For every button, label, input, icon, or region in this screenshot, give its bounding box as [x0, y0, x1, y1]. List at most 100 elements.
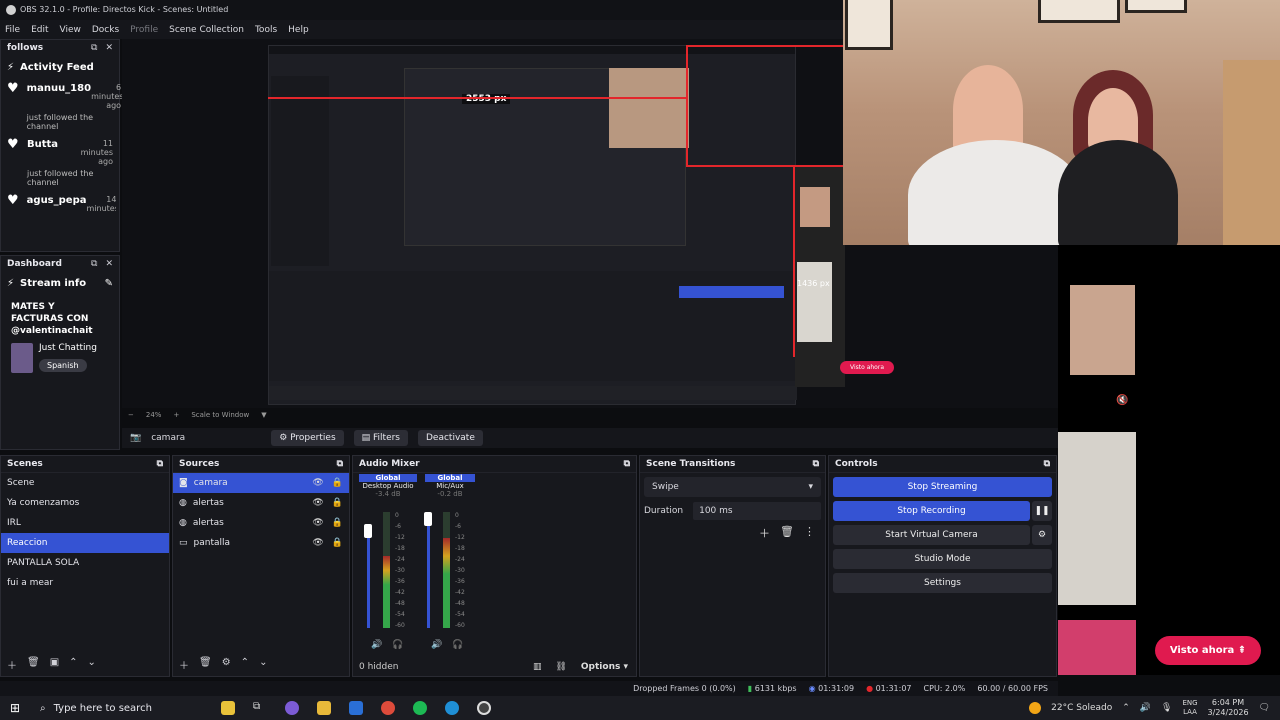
volume-slider-handle[interactable]: [424, 512, 432, 526]
speaker-icon[interactable]: 🔊: [371, 640, 382, 650]
volume-icon[interactable]: 🔊: [1140, 703, 1151, 713]
gear-icon[interactable]: ⚙: [222, 657, 231, 672]
undock-icon[interactable]: ⧉: [813, 459, 819, 469]
source-item[interactable]: ▭ pantalla 👁 🔒: [173, 533, 349, 553]
link-icon[interactable]: ⛓: [555, 662, 566, 672]
scene-item[interactable]: Ya comenzamos: [1, 493, 169, 513]
more-icon[interactable]: ⋮: [804, 525, 815, 541]
language-indicator[interactable]: ENG LAA: [1182, 699, 1197, 717]
chevron-down-icon[interactable]: ▼: [261, 411, 266, 419]
lock-icon[interactable]: 🔒: [332, 478, 343, 488]
task-view-icon[interactable]: ⧉: [253, 701, 267, 715]
clock[interactable]: 6:04 PM 3/24/2026: [1208, 698, 1249, 718]
menu-view[interactable]: View: [60, 25, 81, 35]
undock-icon[interactable]: ⧉: [91, 43, 97, 53]
outlook-icon[interactable]: [349, 701, 363, 715]
undock-icon[interactable]: ⧉: [337, 459, 343, 469]
edge-icon[interactable]: [445, 701, 459, 715]
channel-name[interactable]: Desktop Audio: [359, 482, 417, 490]
menu-tools[interactable]: Tools: [255, 25, 277, 35]
add-icon[interactable]: ＋: [179, 657, 189, 672]
scale-mode[interactable]: Scale to Window: [191, 411, 249, 419]
eye-icon[interactable]: 👁: [312, 498, 323, 508]
undock-icon[interactable]: ⧉: [1044, 459, 1050, 469]
mute-icon[interactable]: 🔇: [1116, 395, 1128, 406]
settings-button[interactable]: Settings: [833, 573, 1052, 593]
copilot-icon[interactable]: [285, 701, 299, 715]
weather-text[interactable]: 22°C Soleado: [1051, 703, 1112, 713]
mic-icon[interactable]: 🎙: [1161, 703, 1172, 713]
volume-slider[interactable]: [367, 526, 370, 628]
lock-icon[interactable]: 🔒: [332, 498, 343, 508]
chevron-up-icon[interactable]: ⌃: [1122, 703, 1130, 713]
zoom-plus-icon[interactable]: +: [173, 411, 179, 419]
trash-icon[interactable]: 🗑: [27, 657, 40, 672]
add-icon[interactable]: ＋: [7, 657, 17, 672]
scene-item-selected[interactable]: Reaccion: [1, 533, 169, 553]
notification-icon[interactable]: 🗨: [1259, 703, 1270, 713]
menu-edit[interactable]: Edit: [31, 25, 48, 35]
zoom-minus-icon[interactable]: −: [128, 411, 134, 419]
move-up-icon[interactable]: ⌃: [69, 657, 77, 672]
hidden-count[interactable]: 0 hidden: [359, 662, 398, 672]
menu-scene-collection[interactable]: Scene Collection: [169, 25, 244, 35]
scene-item[interactable]: Scene: [1, 473, 169, 493]
menu-docks[interactable]: Docks: [92, 25, 119, 35]
scene-item[interactable]: PANTALLA SOLA: [1, 553, 169, 573]
lock-icon[interactable]: 🔒: [332, 538, 343, 548]
headphones-icon[interactable]: 🎧: [392, 640, 403, 650]
filters-button[interactable]: ▤ Filters: [353, 430, 408, 446]
undock-icon[interactable]: ⧉: [157, 459, 163, 469]
menu-help[interactable]: Help: [288, 25, 309, 35]
move-up-icon[interactable]: ⌃: [241, 657, 249, 672]
scene-item[interactable]: IRL: [1, 513, 169, 533]
move-down-icon[interactable]: ⌄: [88, 657, 96, 672]
source-item[interactable]: ◍ alertas 👁 🔒: [173, 493, 349, 513]
layout-icon[interactable]: ▥: [533, 662, 542, 672]
source-item-selected[interactable]: ◙ camara 👁 🔒: [173, 473, 349, 493]
duration-input[interactable]: 100 ms: [693, 502, 821, 520]
source-item[interactable]: ◍ alertas 👁 🔒: [173, 513, 349, 533]
pause-icon[interactable]: ❚❚: [1032, 501, 1052, 521]
deactivate-button[interactable]: Deactivate: [418, 430, 483, 446]
stop-streaming-button[interactable]: Stop Streaming: [833, 477, 1052, 497]
channel-name[interactable]: Mic/Aux: [425, 482, 475, 490]
lock-icon[interactable]: 🔒: [332, 518, 343, 528]
start-virtual-camera-button[interactable]: Start Virtual Camera: [833, 525, 1030, 545]
speaker-icon[interactable]: 🔊: [431, 640, 442, 650]
trash-icon[interactable]: 🗑: [199, 657, 212, 672]
undock-icon[interactable]: ⧉: [624, 459, 630, 469]
visto-ahora-button[interactable]: Visto ahora ⇞: [1155, 636, 1261, 665]
windows-start-icon[interactable]: ⊞: [10, 701, 20, 715]
close-icon[interactable]: ✕: [105, 43, 113, 53]
volume-slider-handle[interactable]: [364, 524, 372, 538]
transition-select[interactable]: Swipe ▾: [644, 477, 821, 497]
volume-slider[interactable]: [427, 526, 430, 628]
add-icon[interactable]: ＋: [759, 525, 770, 541]
eye-icon[interactable]: 👁: [312, 538, 323, 548]
menu-profile[interactable]: Profile: [130, 25, 158, 35]
options-button[interactable]: Options ▾: [581, 662, 628, 672]
studio-mode-button[interactable]: Studio Mode: [833, 549, 1052, 569]
headphones-icon[interactable]: 🎧: [452, 640, 463, 650]
person-shirt: [908, 140, 1083, 245]
eye-icon[interactable]: 👁: [312, 478, 323, 488]
scene-item[interactable]: fui a mear: [1, 573, 169, 593]
taskbar-search[interactable]: ⌕ Type here to search: [32, 696, 222, 720]
gear-icon[interactable]: ⚙: [1032, 525, 1052, 545]
properties-button[interactable]: ⚙ Properties: [271, 430, 344, 446]
eye-icon[interactable]: 👁: [312, 518, 323, 528]
edit-pencil-icon[interactable]: ✎: [105, 278, 113, 289]
trash-icon[interactable]: 🗑: [780, 525, 794, 541]
obs-taskbar-icon[interactable]: [477, 701, 491, 715]
spotify-icon[interactable]: [413, 701, 427, 715]
chrome-icon[interactable]: [381, 701, 395, 715]
menu-file[interactable]: File: [5, 25, 20, 35]
filter-icon[interactable]: ▣: [50, 657, 59, 672]
close-icon[interactable]: ✕: [105, 259, 113, 269]
sparkle-icon[interactable]: [221, 701, 235, 715]
undock-icon[interactable]: ⧉: [91, 259, 97, 269]
folder-icon[interactable]: [317, 701, 331, 715]
stop-recording-button[interactable]: Stop Recording: [833, 501, 1030, 521]
move-down-icon[interactable]: ⌄: [259, 657, 267, 672]
